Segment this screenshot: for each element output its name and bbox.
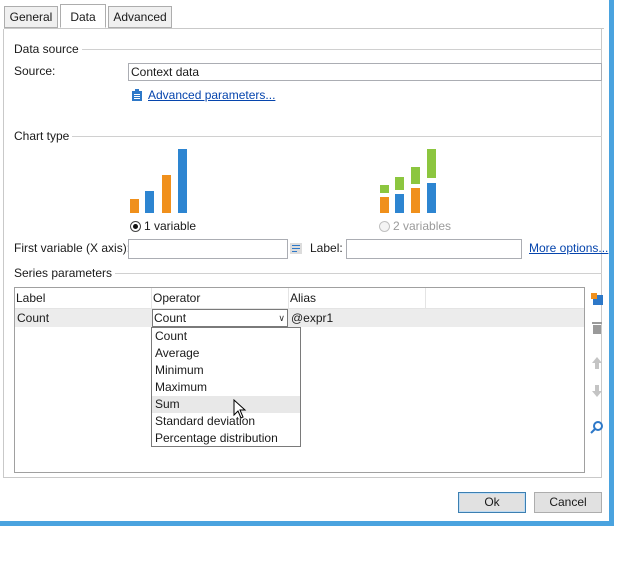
operator-combo[interactable]: Count ∨	[152, 309, 288, 327]
series-parameters-heading: Series parameters	[14, 266, 116, 280]
chart-type-heading: Chart type	[14, 129, 73, 143]
series-parameters-group: Series parameters	[14, 266, 602, 280]
source-combo[interactable]: Context data	[128, 63, 602, 81]
chevron-down-icon[interactable]: ∨	[278, 310, 285, 326]
one-variable-radio[interactable]: 1 variable	[130, 219, 196, 233]
dropdown-option-percentage-distribution[interactable]: Percentage distribution	[152, 430, 300, 447]
cancel-button[interactable]: Cancel	[534, 492, 602, 513]
tab-data[interactable]: Data	[60, 4, 106, 28]
source-value: Context data	[131, 65, 200, 79]
dropdown-option-count[interactable]: Count	[152, 328, 300, 345]
ok-button[interactable]: Ok	[458, 492, 526, 513]
tab-general[interactable]: General	[4, 6, 58, 28]
series-table-header: Label Operator Alias	[15, 288, 584, 309]
dropdown-option-minimum[interactable]: Minimum	[152, 362, 300, 379]
two-variables-label: 2 variables	[393, 219, 452, 233]
first-variable-label: First variable (X axis):	[14, 241, 131, 255]
column-header-label[interactable]: Label	[15, 288, 152, 308]
chart-dialog: General Data Advanced Data source Source…	[0, 0, 614, 526]
table-row[interactable]: Count Count ∨ @expr1	[15, 309, 584, 327]
dropdown-option-maximum[interactable]: Maximum	[152, 379, 300, 396]
row-alias-cell[interactable]: @expr1	[291, 309, 333, 327]
data-source-heading: Data source	[14, 42, 82, 56]
one-variable-chart-icon[interactable]	[128, 148, 190, 214]
data-source-group: Data source	[14, 42, 602, 56]
advanced-parameters-link[interactable]: Advanced parameters...	[148, 87, 275, 103]
move-up-icon[interactable]	[590, 356, 604, 370]
operator-value: Count	[154, 311, 187, 325]
label-field-label: Label:	[310, 241, 343, 255]
add-series-icon[interactable]	[590, 292, 604, 306]
mouse-pointer-icon	[233, 398, 247, 422]
column-header-alias[interactable]: Alias	[289, 288, 426, 308]
radio-selected-indicator	[130, 220, 141, 232]
radio-unselected-indicator	[379, 220, 390, 232]
dropdown-option-sum[interactable]: Sum	[152, 396, 300, 413]
advanced-parameters-icon	[131, 89, 143, 105]
expression-editor-icon[interactable]	[290, 243, 302, 257]
two-variables-chart-icon[interactable]	[378, 148, 440, 214]
source-label: Source:	[14, 64, 56, 78]
panel-left-border	[3, 29, 4, 477]
tab-advanced[interactable]: Advanced	[108, 6, 172, 28]
one-variable-label: 1 variable	[144, 219, 197, 233]
label-input[interactable]	[346, 239, 522, 259]
operator-dropdown-list: Count Average Minimum Maximum Sum Standa…	[151, 327, 301, 447]
panel-bottom-border	[3, 477, 602, 478]
dropdown-option-average[interactable]: Average	[152, 345, 300, 362]
search-icon[interactable]	[590, 420, 604, 434]
dropdown-option-standard-deviation[interactable]: Standard deviation	[152, 413, 300, 430]
first-variable-input[interactable]	[128, 239, 288, 259]
more-options-link[interactable]: More options...	[529, 240, 608, 256]
move-down-icon[interactable]	[590, 384, 604, 398]
column-header-operator[interactable]: Operator	[152, 288, 289, 308]
chart-type-group: Chart type	[14, 129, 602, 143]
two-variables-radio[interactable]: 2 variables	[379, 219, 451, 233]
row-label-cell[interactable]: Count	[17, 309, 49, 327]
delete-trash-icon[interactable]	[590, 320, 604, 334]
